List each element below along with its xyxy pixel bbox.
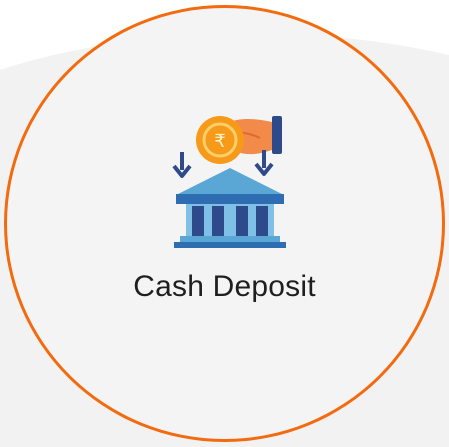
tile-label: Cash Deposit — [133, 270, 316, 303]
canvas: ₹ Cash Deposit — [0, 0, 449, 447]
cash-deposit-icon: ₹ — [172, 116, 286, 248]
rupee-symbol: ₹ — [214, 131, 225, 152]
